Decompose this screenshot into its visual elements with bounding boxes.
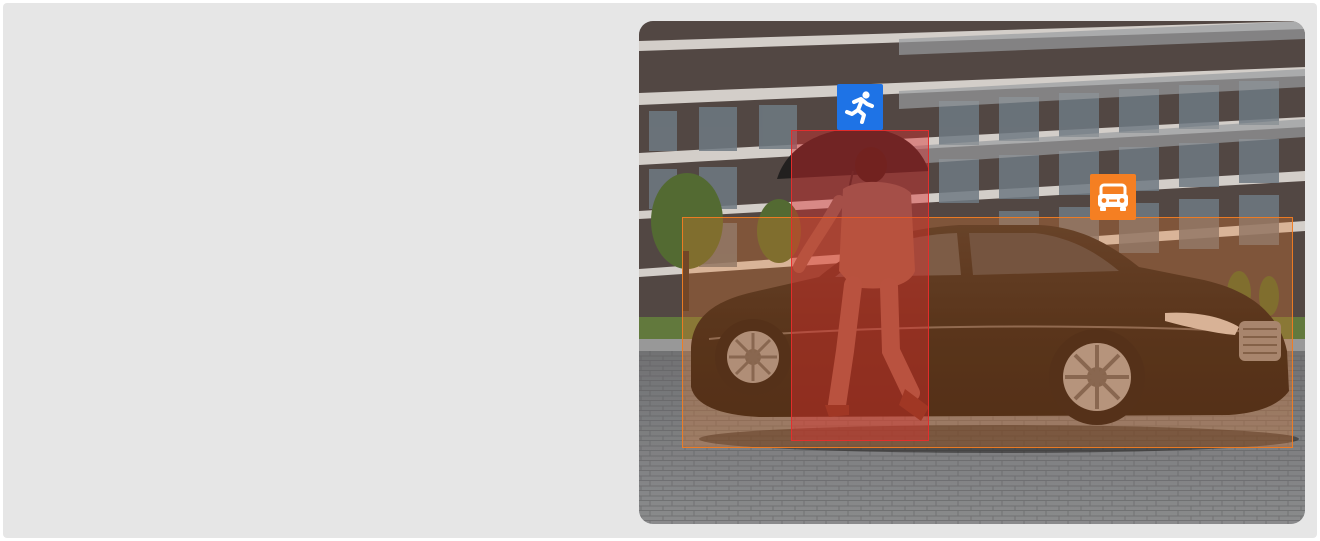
person-detection-box [791,130,929,441]
vehicle-class-badge [1090,174,1136,220]
car-front-icon [1098,183,1128,211]
vehicle-detection-box [682,217,1293,448]
detection-image-frame [639,21,1305,524]
running-person-icon [845,91,874,124]
person-class-badge [837,84,883,130]
